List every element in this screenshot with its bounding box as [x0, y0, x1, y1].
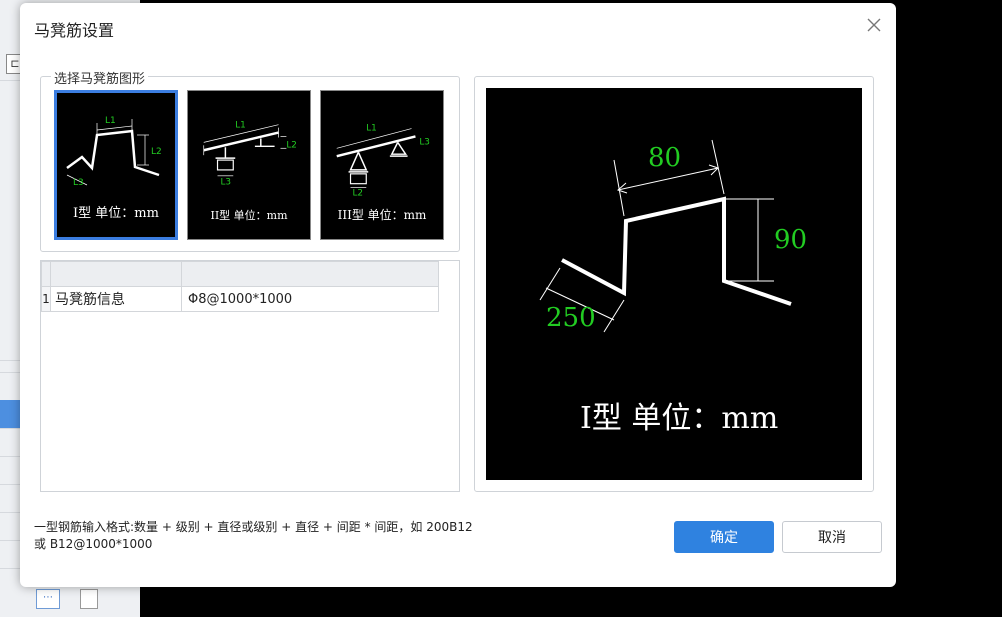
dim-value-left: 250: [546, 303, 596, 333]
shape-preview-panel: 80 90 250 I型 单位：mm: [474, 76, 874, 492]
dim-label-l3: L3: [73, 178, 84, 188]
input-format-help: 一型钢筋输入格式:数量 + 级别 + 直径或级别 + 直径 + 间距 * 间距，…: [34, 520, 473, 551]
table-row[interactable]: 1 马凳筋信息 Φ8@1000*1000: [41, 286, 439, 312]
dim-label-l2: L2: [286, 140, 297, 150]
shape-preview-canvas: 80 90 250 I型 单位：mm: [486, 88, 862, 480]
group-title: 选择马凳筋图形: [51, 68, 149, 87]
dim-label-l1: L1: [366, 124, 377, 134]
dim-value-right: 90: [774, 225, 807, 255]
dim-label-l2: L2: [151, 147, 162, 157]
background-selected-row: [0, 400, 22, 428]
table-header-cell: [50, 261, 182, 287]
row-value-cell[interactable]: Φ8@1000*1000: [181, 286, 439, 312]
dim-label-l2: L2: [352, 189, 363, 199]
shape-option-caption: III型 单位：mm: [337, 208, 427, 222]
dialog-title: 马凳筋设置: [34, 21, 115, 40]
shape-option-type-1[interactable]: L1 L2 L3 I型 单位：mm: [54, 90, 178, 240]
dim-label-l1: L1: [235, 121, 246, 131]
close-icon[interactable]: [864, 15, 884, 35]
shape-option-caption: II型 单位：mm: [210, 209, 288, 222]
dim-label-l1: L1: [105, 116, 116, 126]
shape-option-type-2[interactable]: L1 L2 L3 II型 单位：mm: [187, 90, 311, 240]
cancel-button[interactable]: 取消: [782, 521, 882, 553]
dim-label-l3: L3: [220, 178, 231, 188]
stool-rebar-settings-dialog: 马凳筋设置 选择马凳筋图形 L1 L2 L3 I型 单位：mm L1 L2 L3…: [20, 3, 896, 587]
table-header-corner: [41, 261, 51, 287]
rebar-info-table: 1 马凳筋信息 Φ8@1000*1000: [40, 260, 460, 492]
table-header-cell: [181, 261, 439, 287]
table-header-row: [41, 261, 439, 287]
background-checkbox[interactable]: [80, 589, 98, 609]
shape-option-type-3[interactable]: L1 L3 L2 III型 单位：mm: [320, 90, 444, 240]
dim-value-top: 80: [648, 143, 681, 173]
preview-caption: I型 单位：mm: [580, 401, 779, 436]
ok-button[interactable]: 确定: [674, 521, 774, 553]
shape-option-caption: I型 单位：mm: [73, 206, 159, 221]
row-name-cell[interactable]: 马凳筋信息: [50, 286, 182, 312]
ellipsis-icon[interactable]: ⋯: [36, 589, 60, 609]
row-number: 1: [41, 286, 51, 312]
shape-selection-group: 选择马凳筋图形 L1 L2 L3 I型 单位：mm L1 L2 L3 II型 单…: [40, 68, 460, 252]
dim-label-l3: L3: [419, 137, 430, 147]
